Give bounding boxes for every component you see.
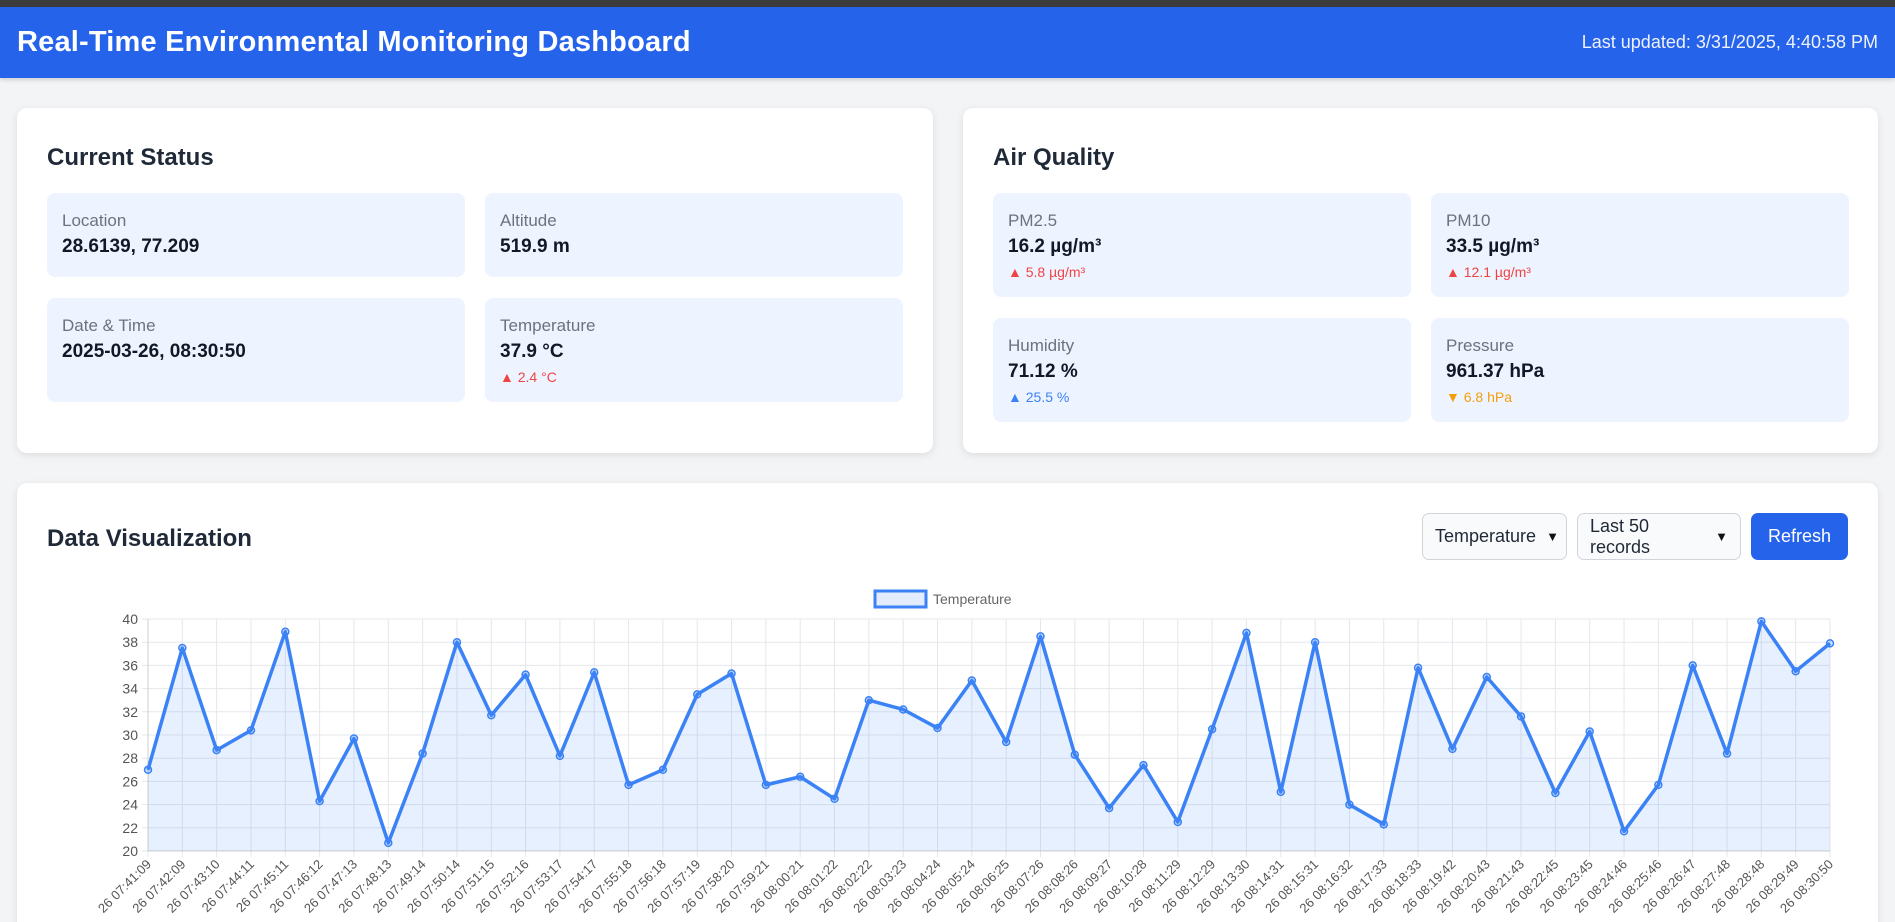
temperature-data-point bbox=[1379, 820, 1389, 829]
temperature-data-point bbox=[692, 690, 702, 699]
temperature-data-point bbox=[1242, 628, 1251, 638]
temperature-data-point bbox=[1688, 661, 1697, 670]
temperature-data-point bbox=[967, 676, 977, 685]
temperature-data-point bbox=[1654, 780, 1663, 790]
temperature-data-point bbox=[555, 751, 565, 761]
y-tick-label: 26 bbox=[122, 773, 138, 789]
temperature-data-point bbox=[1551, 788, 1560, 798]
temperature-data-point bbox=[795, 772, 805, 782]
temperature-data-point bbox=[143, 765, 153, 775]
temperature-data-point bbox=[624, 780, 633, 790]
y-tick-label: 28 bbox=[122, 750, 138, 766]
temperature-data-point bbox=[418, 749, 427, 758]
temperature-data-point bbox=[727, 669, 736, 678]
temperature-data-point bbox=[1139, 760, 1148, 770]
temperature-data-point bbox=[349, 734, 359, 743]
y-tick-label: 20 bbox=[122, 843, 138, 859]
temperature-data-point bbox=[521, 670, 530, 679]
temperature-line-chart: 202224262830323436384026 07:41:0926 07:4… bbox=[95, 589, 1836, 916]
temperature-data-point bbox=[384, 838, 393, 848]
temperature-data-point bbox=[1173, 817, 1183, 827]
y-tick-label: 38 bbox=[122, 634, 138, 650]
temperature-data-point bbox=[1104, 803, 1114, 813]
y-tick-label: 36 bbox=[122, 657, 138, 673]
temperature-data-point bbox=[1791, 666, 1800, 676]
temperature-data-point bbox=[1345, 800, 1354, 809]
temperature-data-point bbox=[1619, 827, 1629, 836]
legend-label: Temperature bbox=[933, 591, 1012, 607]
temperature-data-point bbox=[1070, 750, 1080, 759]
temperature-data-point bbox=[246, 726, 256, 735]
temperature-data-point bbox=[1757, 617, 1766, 626]
temperature-data-point bbox=[1516, 712, 1526, 721]
temperature-data-point bbox=[1413, 663, 1423, 672]
y-tick-label: 22 bbox=[122, 820, 138, 836]
temperature-data-point bbox=[658, 765, 668, 775]
temperature-data-point bbox=[864, 695, 874, 705]
temperature-data-point bbox=[315, 796, 324, 806]
temperature-data-point bbox=[1825, 639, 1835, 648]
y-tick-label: 34 bbox=[122, 681, 138, 697]
temperature-data-point bbox=[1448, 744, 1457, 754]
legend-swatch bbox=[873, 589, 928, 609]
temperature-data-point bbox=[281, 627, 290, 637]
temperature-data-point bbox=[1276, 787, 1286, 797]
temperature-data-point bbox=[212, 745, 221, 755]
temperature-data-point bbox=[1482, 672, 1491, 682]
y-tick-label: 32 bbox=[122, 704, 138, 720]
temperature-data-point bbox=[761, 780, 771, 790]
temperature-data-point bbox=[178, 643, 187, 653]
temperature-area-fill bbox=[148, 621, 1830, 851]
temperature-data-point bbox=[933, 723, 942, 733]
temperature-data-point bbox=[1001, 737, 1011, 747]
temperature-data-point bbox=[487, 711, 496, 720]
temperature-data-point bbox=[1207, 724, 1217, 734]
y-tick-label: 40 bbox=[122, 611, 138, 627]
y-tick-label: 24 bbox=[122, 797, 138, 813]
temperature-data-point bbox=[1585, 727, 1594, 736]
temperature-data-point bbox=[830, 794, 839, 804]
temperature-data-point bbox=[1036, 632, 1045, 641]
temperature-data-point bbox=[1310, 637, 1320, 647]
temperature-data-point bbox=[898, 705, 908, 714]
temperature-data-point bbox=[452, 637, 462, 647]
y-tick-label: 30 bbox=[122, 727, 138, 743]
temperature-data-point bbox=[589, 668, 599, 677]
temperature-data-point bbox=[1722, 749, 1732, 758]
